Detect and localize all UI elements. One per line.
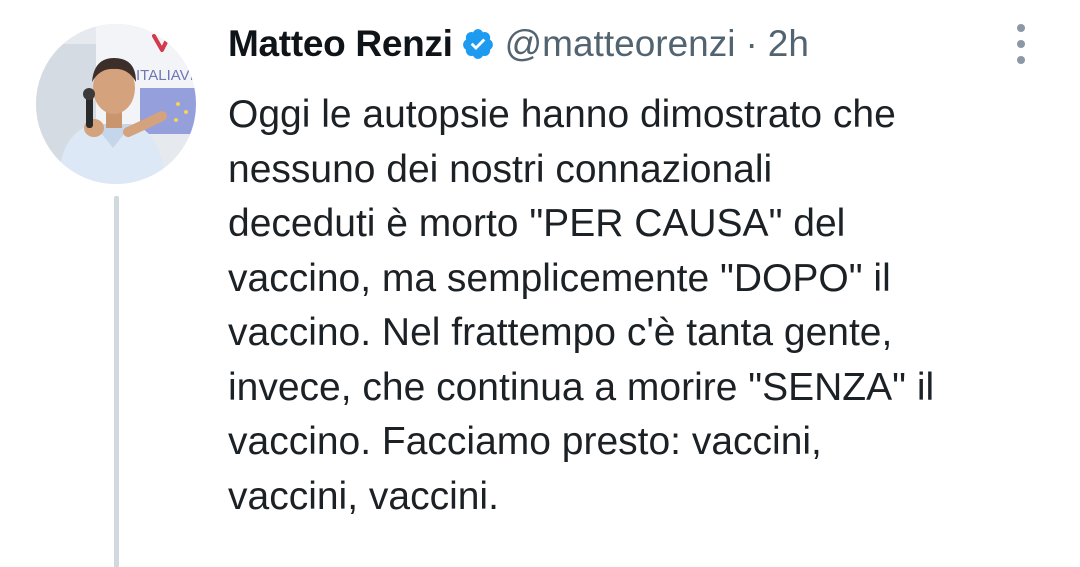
avatar-banner-text: ITALIAVIVA bbox=[136, 67, 196, 84]
more-dot bbox=[1017, 56, 1025, 64]
avatar[interactable]: ITALIAVIVA bbox=[36, 24, 196, 184]
tweet-text: Oggi le autopsie hanno dimostrato che ne… bbox=[228, 93, 935, 518]
more-dot bbox=[1017, 24, 1025, 32]
author-handle[interactable]: @matteorenzi bbox=[505, 23, 736, 65]
tweet-header: Matteo Renzi @matteorenzi · 2h bbox=[228, 18, 1028, 70]
thread-line bbox=[114, 196, 119, 567]
avatar-photo: ITALIAVIVA bbox=[36, 24, 196, 184]
verified-badge-icon bbox=[461, 27, 495, 61]
tweet-left-column: ITALIAVIVA bbox=[36, 24, 196, 567]
tweet-content: Matteo Renzi @matteorenzi · 2h Oggi le a… bbox=[228, 18, 1028, 524]
tweet-card[interactable]: ITALIAVIVA Matteo Renzi bbox=[0, 0, 1080, 567]
header-separator: · bbox=[745, 23, 758, 64]
author-display-name[interactable]: Matteo Renzi bbox=[228, 23, 453, 65]
tweet-timestamp[interactable]: 2h bbox=[768, 23, 809, 65]
more-dot bbox=[1017, 40, 1025, 48]
more-vertical-icon[interactable] bbox=[1006, 22, 1036, 66]
